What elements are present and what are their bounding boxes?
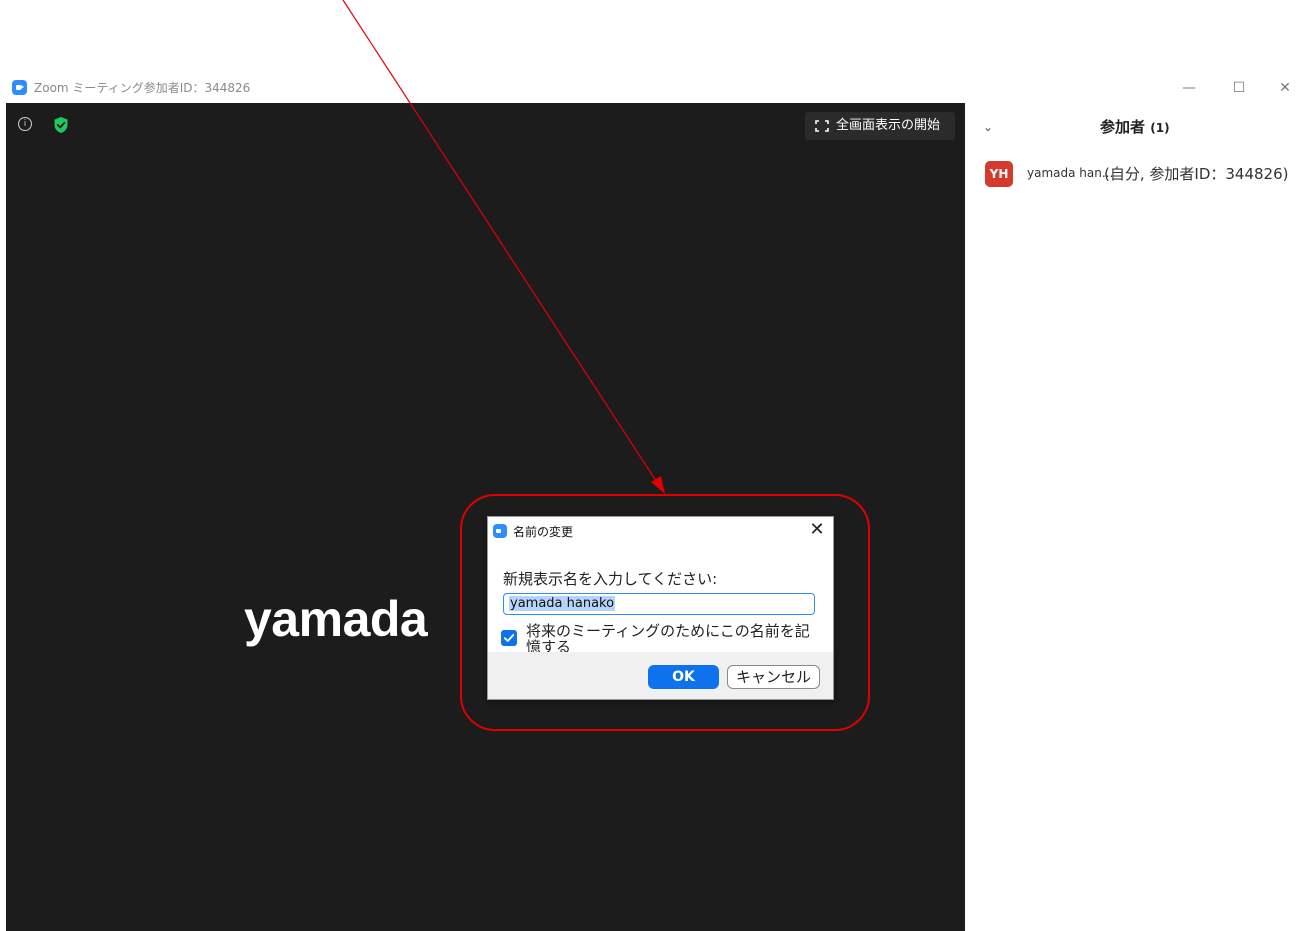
dialog-close-button[interactable]: ✕ [806,519,828,541]
dialog-footer: OK キャンセル [488,652,833,699]
window-titlebar: Zoom ミーティング参加者ID：344826 — ☐ ✕ [0,74,1305,102]
participants-panel-title: 参加者 (1) [1100,116,1170,137]
participant-role: (自分, 参加者ID：344826) [1104,165,1289,183]
participant-count: (1) [1150,121,1170,135]
dialog-prompt: 新規表示名を入力してください: [503,570,718,588]
shield-check-icon[interactable] [53,116,69,134]
dialog-titlebar: 名前の変更 ✕ [488,517,833,545]
fullscreen-label: 全画面表示の開始 [836,118,941,133]
remember-name-label[interactable]: 将来のミーティングのためにこの名前を記憶する [526,623,816,655]
rename-dialog: 名前の変更 ✕ 新規表示名を入力してください: yamada hanako 将来… [487,516,834,700]
zoom-app-icon [12,80,27,95]
close-window-button[interactable]: ✕ [1270,76,1300,100]
fullscreen-icon [815,120,829,132]
display-name-input[interactable]: yamada hanako [503,593,815,615]
panel-collapse-chevron-icon[interactable]: ⌄ [983,120,993,134]
info-icon[interactable]: i [18,117,32,131]
checkmark-icon [503,634,515,642]
dialog-title: 名前の変更 [513,525,574,539]
maximize-button[interactable]: ☐ [1224,76,1254,100]
avatar: YH [985,161,1013,187]
fullscreen-button[interactable]: 全画面表示の開始 [805,112,955,140]
ok-button[interactable]: OK [648,665,719,689]
participant-name: yamada han... [1027,166,1114,180]
participant-row[interactable]: YH yamada han... (自分, 参加者ID：344826) [985,161,1303,189]
cancel-button[interactable]: キャンセル [727,665,820,689]
video-display-name: yamada [244,591,428,647]
panel-title-text: 参加者 [1100,118,1146,136]
zoom-app-icon [493,524,507,538]
display-name-value: yamada hanako [509,596,616,611]
window-title: Zoom ミーティング参加者ID：344826 [34,81,251,95]
minimize-button[interactable]: — [1174,76,1204,100]
remember-name-checkbox[interactable] [501,630,517,646]
